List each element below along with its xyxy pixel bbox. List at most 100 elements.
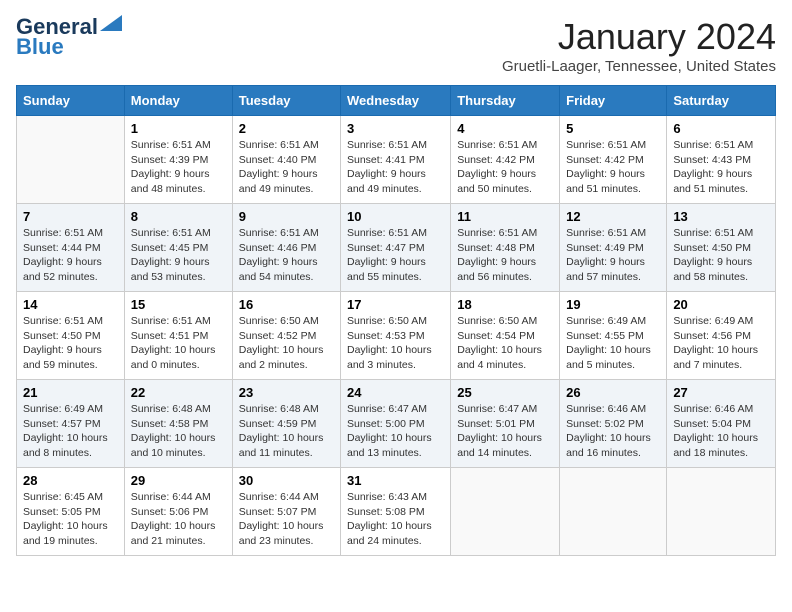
header-day-monday: Monday (124, 86, 232, 116)
calendar-cell: 15 Sunrise: 6:51 AM Sunset: 4:51 PM Dayli… (124, 292, 232, 380)
calendar-cell: 16 Sunrise: 6:50 AM Sunset: 4:52 PM Dayli… (232, 292, 340, 380)
calendar-cell: 13 Sunrise: 6:51 AM Sunset: 4:50 PM Dayli… (667, 204, 776, 292)
header-day-friday: Friday (560, 86, 667, 116)
day-number: 23 (239, 385, 334, 400)
day-number: 16 (239, 297, 334, 312)
calendar-cell: 28 Sunrise: 6:45 AM Sunset: 5:05 PM Dayli… (17, 468, 125, 556)
week-row-1: 1 Sunrise: 6:51 AM Sunset: 4:39 PM Daylig… (17, 116, 776, 204)
day-info: Sunrise: 6:51 AM Sunset: 4:44 PM Dayligh… (23, 226, 118, 285)
day-number: 15 (131, 297, 226, 312)
calendar-cell (17, 116, 125, 204)
day-number: 27 (673, 385, 769, 400)
logo-blue-text: Blue (16, 36, 64, 58)
calendar-cell: 8Sunrise: 6:51 AM Sunset: 4:45 PM Daylig… (124, 204, 232, 292)
day-number: 2 (239, 121, 334, 136)
calendar-cell: 19 Sunrise: 6:49 AM Sunset: 4:55 PM Dayli… (560, 292, 667, 380)
day-number: 19 (566, 297, 660, 312)
logo-icon (100, 15, 122, 31)
day-number: 13 (673, 209, 769, 224)
day-info: Sunrise: 6:50 AM Sunset: 4:54 PM Dayligh… (457, 314, 553, 373)
day-number: 14 (23, 297, 118, 312)
day-number: 9 (239, 209, 334, 224)
calendar-cell: 17 Sunrise: 6:50 AM Sunset: 4:53 PM Dayli… (341, 292, 451, 380)
calendar-cell: 2 Sunrise: 6:51 AM Sunset: 4:40 PM Daylig… (232, 116, 340, 204)
day-number: 17 (347, 297, 444, 312)
day-info: Sunrise: 6:51 AM Sunset: 4:50 PM Dayligh… (23, 314, 118, 373)
day-info: Sunrise: 6:51 AM Sunset: 4:40 PM Dayligh… (239, 138, 334, 197)
day-number: 26 (566, 385, 660, 400)
day-info: Sunrise: 6:44 AM Sunset: 5:07 PM Dayligh… (239, 490, 334, 549)
calendar-cell: 5Sunrise: 6:51 AM Sunset: 4:42 PM Daylig… (560, 116, 667, 204)
day-info: Sunrise: 6:51 AM Sunset: 4:46 PM Dayligh… (239, 226, 334, 285)
day-number: 21 (23, 385, 118, 400)
calendar-cell: 21 Sunrise: 6:49 AM Sunset: 4:57 PM Dayli… (17, 380, 125, 468)
calendar-cell: 6 Sunrise: 6:51 AM Sunset: 4:43 PM Daylig… (667, 116, 776, 204)
calendar-cell: 20 Sunrise: 6:49 AM Sunset: 4:56 PM Dayli… (667, 292, 776, 380)
logo: General Blue (16, 16, 122, 58)
day-number: 11 (457, 209, 553, 224)
day-info: Sunrise: 6:43 AM Sunset: 5:08 PM Dayligh… (347, 490, 444, 549)
day-info: Sunrise: 6:47 AM Sunset: 5:00 PM Dayligh… (347, 402, 444, 461)
calendar-header: SundayMondayTuesdayWednesdayThursdayFrid… (17, 86, 776, 116)
day-info: Sunrise: 6:51 AM Sunset: 4:47 PM Dayligh… (347, 226, 444, 285)
title-block: January 2024 Gruetli-Laager, Tennessee, … (502, 16, 776, 75)
day-info: Sunrise: 6:49 AM Sunset: 4:55 PM Dayligh… (566, 314, 660, 373)
day-number: 10 (347, 209, 444, 224)
calendar-cell: 9 Sunrise: 6:51 AM Sunset: 4:46 PM Daylig… (232, 204, 340, 292)
calendar-cell: 30 Sunrise: 6:44 AM Sunset: 5:07 PM Dayli… (232, 468, 340, 556)
day-info: Sunrise: 6:51 AM Sunset: 4:43 PM Dayligh… (673, 138, 769, 197)
day-info: Sunrise: 6:51 AM Sunset: 4:42 PM Dayligh… (566, 138, 660, 197)
day-info: Sunrise: 6:46 AM Sunset: 5:02 PM Dayligh… (566, 402, 660, 461)
week-row-2: 7Sunrise: 6:51 AM Sunset: 4:44 PM Daylig… (17, 204, 776, 292)
calendar-cell: 27Sunrise: 6:46 AM Sunset: 5:04 PM Dayli… (667, 380, 776, 468)
day-info: Sunrise: 6:51 AM Sunset: 4:49 PM Dayligh… (566, 226, 660, 285)
day-info: Sunrise: 6:51 AM Sunset: 4:50 PM Dayligh… (673, 226, 769, 285)
day-info: Sunrise: 6:51 AM Sunset: 4:42 PM Dayligh… (457, 138, 553, 197)
day-info: Sunrise: 6:44 AM Sunset: 5:06 PM Dayligh… (131, 490, 226, 549)
day-info: Sunrise: 6:49 AM Sunset: 4:56 PM Dayligh… (673, 314, 769, 373)
day-info: Sunrise: 6:51 AM Sunset: 4:45 PM Dayligh… (131, 226, 226, 285)
calendar-cell: 7Sunrise: 6:51 AM Sunset: 4:44 PM Daylig… (17, 204, 125, 292)
day-number: 6 (673, 121, 769, 136)
calendar-cell: 25Sunrise: 6:47 AM Sunset: 5:01 PM Dayli… (451, 380, 560, 468)
day-number: 30 (239, 473, 334, 488)
day-info: Sunrise: 6:45 AM Sunset: 5:05 PM Dayligh… (23, 490, 118, 549)
day-number: 18 (457, 297, 553, 312)
header: General Blue January 2024 Gruetli-Laager… (16, 16, 776, 75)
day-number: 20 (673, 297, 769, 312)
day-info: Sunrise: 6:50 AM Sunset: 4:52 PM Dayligh… (239, 314, 334, 373)
day-info: Sunrise: 6:47 AM Sunset: 5:01 PM Dayligh… (457, 402, 553, 461)
calendar-cell: 3 Sunrise: 6:51 AM Sunset: 4:41 PM Daylig… (341, 116, 451, 204)
header-row: SundayMondayTuesdayWednesdayThursdayFrid… (17, 86, 776, 116)
calendar-cell: 23Sunrise: 6:48 AM Sunset: 4:59 PM Dayli… (232, 380, 340, 468)
day-info: Sunrise: 6:51 AM Sunset: 4:48 PM Dayligh… (457, 226, 553, 285)
day-number: 1 (131, 121, 226, 136)
header-day-thursday: Thursday (451, 86, 560, 116)
day-info: Sunrise: 6:50 AM Sunset: 4:53 PM Dayligh… (347, 314, 444, 373)
day-info: Sunrise: 6:51 AM Sunset: 4:41 PM Dayligh… (347, 138, 444, 197)
calendar-cell: 1 Sunrise: 6:51 AM Sunset: 4:39 PM Daylig… (124, 116, 232, 204)
calendar-cell: 12 Sunrise: 6:51 AM Sunset: 4:49 PM Dayli… (560, 204, 667, 292)
calendar-body: 1 Sunrise: 6:51 AM Sunset: 4:39 PM Daylig… (17, 116, 776, 556)
day-number: 29 (131, 473, 226, 488)
calendar-cell: 29 Sunrise: 6:44 AM Sunset: 5:06 PM Dayli… (124, 468, 232, 556)
day-number: 31 (347, 473, 444, 488)
month-title: January 2024 (502, 16, 776, 58)
day-number: 12 (566, 209, 660, 224)
calendar-cell: 24 Sunrise: 6:47 AM Sunset: 5:00 PM Dayli… (341, 380, 451, 468)
day-number: 22 (131, 385, 226, 400)
calendar-cell: 14 Sunrise: 6:51 AM Sunset: 4:50 PM Dayli… (17, 292, 125, 380)
day-number: 4 (457, 121, 553, 136)
week-row-4: 21 Sunrise: 6:49 AM Sunset: 4:57 PM Dayli… (17, 380, 776, 468)
day-number: 3 (347, 121, 444, 136)
calendar-cell: 26 Sunrise: 6:46 AM Sunset: 5:02 PM Dayli… (560, 380, 667, 468)
day-number: 28 (23, 473, 118, 488)
day-info: Sunrise: 6:49 AM Sunset: 4:57 PM Dayligh… (23, 402, 118, 461)
header-day-saturday: Saturday (667, 86, 776, 116)
calendar-cell: 22Sunrise: 6:48 AM Sunset: 4:58 PM Dayli… (124, 380, 232, 468)
day-info: Sunrise: 6:51 AM Sunset: 4:51 PM Dayligh… (131, 314, 226, 373)
day-info: Sunrise: 6:51 AM Sunset: 4:39 PM Dayligh… (131, 138, 226, 197)
day-number: 24 (347, 385, 444, 400)
week-row-5: 28 Sunrise: 6:45 AM Sunset: 5:05 PM Dayli… (17, 468, 776, 556)
calendar-cell: 18 Sunrise: 6:50 AM Sunset: 4:54 PM Dayli… (451, 292, 560, 380)
